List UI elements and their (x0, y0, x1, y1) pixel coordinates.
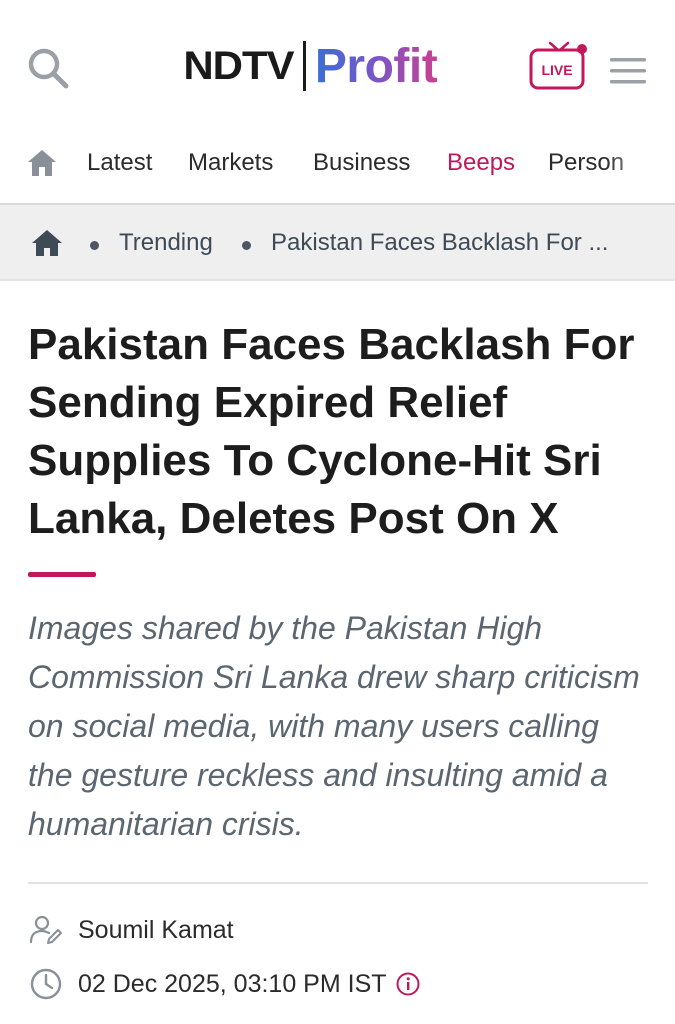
clock-icon (30, 968, 62, 1000)
breadcrumb-home-button[interactable] (30, 227, 64, 259)
ndtv-profit-logo[interactable]: NDTV Profit (183, 38, 438, 94)
headline-accent-bar (28, 572, 96, 577)
logo-profit-text: Profit (314, 39, 438, 93)
author-edit-icon (29, 915, 62, 944)
article-headline: Pakistan Faces Backlash For Sending Expi… (28, 320, 635, 543)
info-icon[interactable] (395, 971, 421, 997)
article-summary: Images shared by the Pakistan High Commi… (28, 610, 640, 842)
author-row: Soumil Kamat (28, 912, 234, 948)
home-icon (32, 230, 62, 256)
nav-home-button[interactable] (26, 147, 58, 179)
nav-item-business[interactable]: Business (313, 149, 410, 177)
logo-ndtv-text: NDTV (183, 43, 294, 88)
nav-item-beeps[interactable]: Beeps (447, 149, 515, 177)
live-tv-icon: LIVE (529, 41, 587, 90)
search-button[interactable] (24, 44, 72, 92)
nav-item-markets[interactable]: Markets (188, 149, 273, 177)
publish-date: 02 Dec 2025, 03:10 PM IST (78, 969, 387, 998)
nav-item-latest[interactable]: Latest (87, 149, 152, 177)
breadcrumb: Trending Pakistan Faces Backlash For ... (0, 203, 675, 281)
menu-button[interactable] (606, 54, 650, 88)
search-icon (28, 48, 69, 89)
breadcrumb-separator (242, 241, 251, 250)
live-tv-button[interactable]: LIVE (528, 40, 590, 94)
breadcrumb-item-trending[interactable]: Trending (119, 229, 213, 257)
home-icon (28, 150, 56, 176)
article-page: NDTV Profit LIVE Latest Markets Business… (0, 0, 675, 1024)
hamburger-menu-icon (610, 58, 646, 84)
site-header: NDTV Profit LIVE (0, 0, 675, 125)
breadcrumb-separator (90, 241, 99, 250)
logo-divider (302, 41, 306, 91)
author-name[interactable]: Soumil Kamat (78, 916, 234, 945)
breadcrumb-item-current: Pakistan Faces Backlash For ... (271, 229, 609, 256)
section-nav: Latest Markets Business Beeps Person (0, 130, 675, 198)
date-row: 02 Dec 2025, 03:10 PM IST (28, 966, 421, 1002)
live-label: LIVE (541, 62, 572, 78)
nav-scroll-fade (605, 130, 675, 198)
divider (28, 882, 648, 884)
